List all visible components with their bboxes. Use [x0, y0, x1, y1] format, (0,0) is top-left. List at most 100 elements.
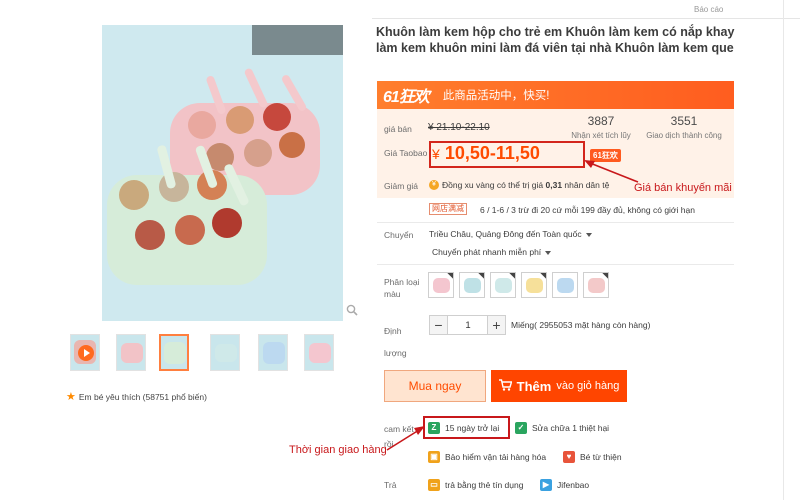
swatch-color	[464, 278, 481, 293]
credit-card-icon: ▭	[428, 479, 440, 491]
divider	[377, 222, 734, 223]
buy-now-button[interactable]: Mua ngay	[384, 370, 486, 402]
transactions-label[interactable]: Giao dịch thành công	[639, 131, 729, 140]
variant-swatch[interactable]	[552, 272, 578, 298]
corner-mark	[478, 273, 484, 279]
quantity-input[interactable]: 1	[448, 315, 488, 335]
promo-price: ¥ 10,50-11,50	[432, 143, 540, 164]
corner-mark	[447, 273, 453, 279]
coin-icon: ¥	[429, 180, 439, 190]
quantity-label-line: lượng	[384, 348, 407, 358]
variant-label-line: màu	[384, 289, 401, 299]
annotation-promo-price: Giá bán khuyến mãi	[634, 182, 732, 194]
variant-label: Phân loại màu	[384, 276, 419, 300]
payment-text: Jifenbao	[557, 480, 590, 490]
guarantee-item[interactable]: ▣ Bảo hiểm vận tải hàng hóa	[428, 451, 546, 463]
coin-value: 0,31	[545, 180, 563, 190]
add-cart-label: Thêm	[516, 378, 552, 394]
thumbnail[interactable]	[258, 334, 288, 371]
guarantee-text: 15 ngày trở lại	[445, 423, 500, 433]
annotation-delivery-time: Thời gian giao hàng	[289, 444, 387, 456]
charity-icon: ♥	[563, 451, 575, 463]
thumbnail[interactable]	[210, 334, 240, 371]
variant-swatch[interactable]	[459, 272, 485, 298]
guarantee-text: Sửa chữa 1 thiệt hại	[532, 423, 610, 433]
annotation-arrow	[386, 426, 425, 451]
divider	[377, 264, 734, 265]
product-title: Khuôn làm kem hộp cho trẻ em Khuôn làm k…	[376, 25, 735, 55]
store-offer: 6 / 1-6 / 3 trừ đi 20 cứ mỗi 199 đầy đủ,…	[480, 205, 695, 215]
transactions-count[interactable]: 3551	[644, 114, 724, 128]
corner-mark	[509, 273, 515, 279]
shipping-label: Chuyển	[384, 230, 414, 240]
play-icon	[78, 345, 94, 361]
check-icon: ✓	[515, 422, 527, 434]
promo-logo: 61狂欢	[383, 89, 430, 106]
cart-icon	[498, 378, 513, 394]
chevron-down-icon	[545, 250, 552, 255]
variant-swatch[interactable]	[490, 272, 516, 298]
payment-item[interactable]: ▭ trả bằng thẻ tín dụng	[428, 479, 523, 491]
jifenbao-icon: ▶	[540, 479, 552, 491]
guarantee-text: Bé từ thiện	[580, 452, 622, 462]
variant-swatch[interactable]	[583, 272, 609, 298]
coin-unit: nhân dân tệ	[564, 180, 610, 190]
discount-label: Giảm giá	[384, 181, 419, 191]
favorites[interactable]: ★ Em bé yêu thích (58751 phổ biến)	[66, 390, 207, 403]
add-to-cart-button[interactable]: Thêm vào giỏ hàng	[491, 370, 627, 402]
stock-text: Miếng( 2955053 mặt hàng còn hàng)	[511, 320, 651, 330]
thumbnail[interactable]	[304, 334, 334, 371]
quantity-label: Định lượng	[384, 320, 407, 364]
payment-text: trả bằng thẻ tín dụng	[445, 480, 524, 490]
original-price: ¥ 21.10-22.10	[428, 122, 490, 133]
shipping-method[interactable]: Chuyển phát nhanh miễn phí	[432, 247, 552, 257]
variant-swatch[interactable]	[521, 272, 547, 298]
corner-mark	[540, 273, 546, 279]
promo-banner: 61狂欢 此商品活动中，快买!	[377, 81, 734, 109]
payment-label: Trả	[384, 480, 397, 490]
favorites-text: Em bé yêu thích (58751 phổ biến)	[78, 391, 207, 402]
zoom-icon[interactable]	[346, 304, 358, 316]
return-icon: Z	[428, 422, 440, 434]
star-icon: ★	[66, 391, 76, 403]
payment-item[interactable]: ▶ Jifenbao	[540, 479, 589, 491]
currency-symbol: ¥	[432, 146, 440, 162]
quantity-minus-button[interactable]: −	[429, 315, 448, 335]
coin-discount: ¥ Đồng xu vàng có thể trị giá 0,31 nhân …	[429, 180, 609, 190]
insurance-icon: ▣	[428, 451, 440, 463]
swatch-color	[495, 278, 512, 293]
thumbnail-selected[interactable]	[159, 334, 189, 371]
quantity-plus-button[interactable]: +	[487, 315, 506, 335]
coin-text: Đồng xu vàng có thể trị giá	[442, 180, 544, 190]
add-cart-label-rest: vào giỏ hàng	[556, 380, 620, 392]
report-link[interactable]: Báo cáo	[694, 5, 723, 14]
product-main-image	[102, 25, 343, 321]
corner-mark	[602, 273, 608, 279]
variant-swatch[interactable]	[428, 272, 454, 298]
taobao-price-label: Giá Taobao	[384, 148, 428, 158]
divider	[783, 0, 784, 500]
thumbnail-video[interactable]	[70, 334, 100, 371]
guarantee-item[interactable]: ✓ Sửa chữa 1 thiệt hại	[515, 422, 609, 434]
original-price-label: giá bán	[384, 124, 412, 134]
thumbnail[interactable]	[116, 334, 146, 371]
chevron-down-icon	[585, 232, 592, 237]
promo-text: 此商品活动中，快买!	[442, 90, 550, 102]
store-discount-tag: 网店满减	[429, 203, 467, 215]
swatch-color	[433, 278, 450, 293]
swatch-color	[557, 278, 574, 293]
shipping-route-text: Triều Châu, Quảng Đông đến Toàn quốc	[429, 229, 582, 239]
price-range: 10,50-11,50	[444, 143, 540, 163]
quantity-label-line: Định	[384, 326, 402, 336]
reviews-label[interactable]: Nhận xét tích lũy	[556, 131, 646, 140]
shipping-route[interactable]: Triều Châu, Quảng Đông đến Toàn quốc	[429, 229, 592, 239]
variant-label-line: Phân loại	[384, 277, 420, 287]
shipping-method-text: Chuyển phát nhanh miễn phí	[432, 247, 542, 257]
swatch-color	[526, 278, 543, 293]
guarantee-item[interactable]: Z 15 ngày trở lại	[428, 422, 499, 434]
reviews-count[interactable]: 3887	[561, 114, 641, 128]
divider	[372, 18, 800, 19]
swatch-color	[588, 278, 605, 293]
guarantee-item[interactable]: ♥ Bé từ thiện	[563, 451, 622, 463]
guarantee-text: Bảo hiểm vận tải hàng hóa	[445, 452, 547, 462]
